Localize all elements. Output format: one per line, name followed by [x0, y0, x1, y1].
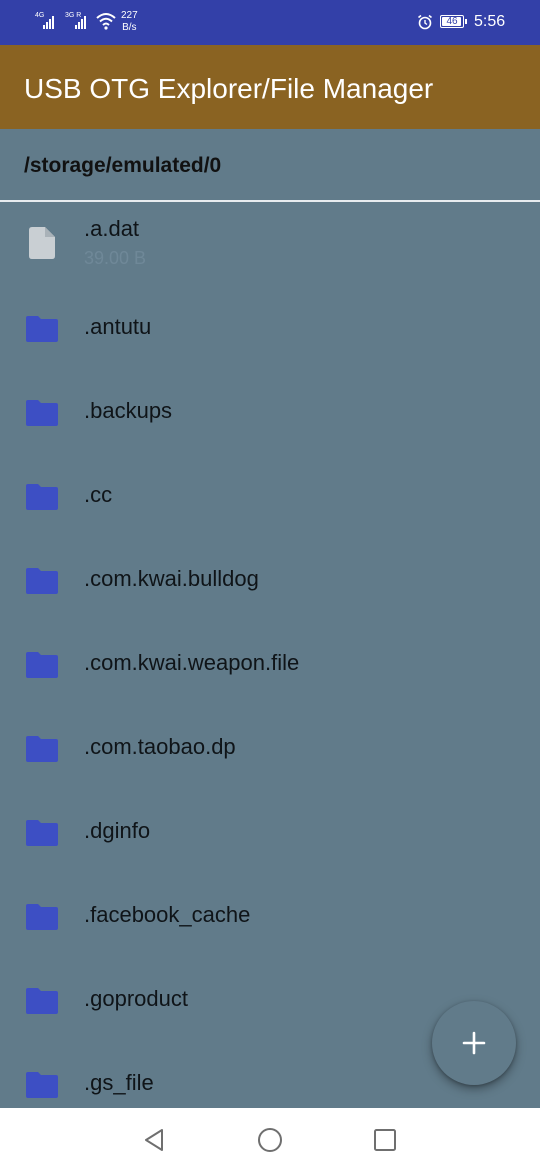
file-list[interactable]: .a.dat 39.00 B .antutu .backups .cc .com… — [0, 202, 540, 1108]
folder-name: .goproduct — [84, 986, 188, 1011]
file-name: .a.dat — [84, 216, 140, 241]
back-icon[interactable] — [143, 1128, 165, 1152]
list-item[interactable]: .com.kwai.bulldog — [0, 538, 540, 622]
network-speed-unit: B/s — [122, 22, 137, 33]
sim1-signal-icon — [43, 13, 59, 29]
wifi-icon — [96, 13, 116, 30]
folder-name: .gs_file — [84, 1070, 154, 1095]
folder-icon — [26, 904, 58, 930]
list-item[interactable]: .dginfo — [0, 790, 540, 874]
folder-icon — [26, 484, 58, 510]
folder-name: .antutu — [84, 314, 152, 339]
folder-icon — [26, 316, 58, 342]
list-item[interactable]: .com.taobao.dp — [0, 706, 540, 790]
folder-icon — [26, 568, 58, 594]
list-item[interactable]: .cc — [0, 454, 540, 538]
folder-icon — [26, 400, 58, 426]
list-item[interactable]: .facebook_cache — [0, 874, 540, 958]
plus-icon — [462, 1031, 486, 1055]
current-path: /storage/emulated/0 — [24, 154, 222, 177]
folder-name: .com.kwai.bulldog — [84, 566, 259, 591]
sim2-signal-icon — [75, 13, 91, 29]
folder-name: .com.taobao.dp — [84, 734, 236, 759]
folder-icon — [26, 652, 58, 678]
battery-level: 46 — [446, 16, 458, 27]
list-item[interactable]: .backups — [0, 370, 540, 454]
list-item[interactable]: .antutu — [0, 286, 540, 370]
list-item[interactable]: .com.kwai.weapon.file — [0, 622, 540, 706]
folder-name: .dginfo — [84, 818, 151, 843]
network-speed-value: 227 — [121, 10, 138, 21]
folder-name: .cc — [84, 482, 113, 507]
clock: 5:56 — [474, 13, 506, 30]
folder-name: .com.kwai.weapon.file — [84, 650, 300, 675]
folder-icon — [26, 988, 58, 1014]
network-speed: 227 B/s — [121, 10, 138, 34]
app-title: USB OTG Explorer/File Manager — [24, 73, 434, 104]
folder-name: .facebook_cache — [84, 902, 251, 927]
navigation-bar — [0, 1108, 540, 1170]
path-bar: /storage/emulated/0 — [0, 129, 540, 202]
folder-icon — [26, 820, 58, 846]
app-bar: USB OTG Explorer/File Manager — [0, 45, 540, 129]
file-size: 39.00 B — [84, 248, 147, 268]
recent-apps-icon[interactable] — [373, 1128, 397, 1152]
status-bar: 4G 3G R 227 B/s 46 5:56 — [0, 0, 540, 45]
folder-icon — [26, 736, 58, 762]
home-icon[interactable] — [257, 1127, 283, 1153]
battery-tip — [465, 19, 467, 24]
folder-name: .backups — [84, 398, 173, 423]
add-button[interactable] — [432, 1001, 516, 1085]
file-icon — [29, 227, 55, 259]
battery-icon: 46 — [440, 15, 464, 28]
list-item[interactable]: .a.dat 39.00 B — [0, 202, 540, 286]
alarm-icon — [418, 14, 432, 30]
folder-icon — [26, 1072, 58, 1098]
